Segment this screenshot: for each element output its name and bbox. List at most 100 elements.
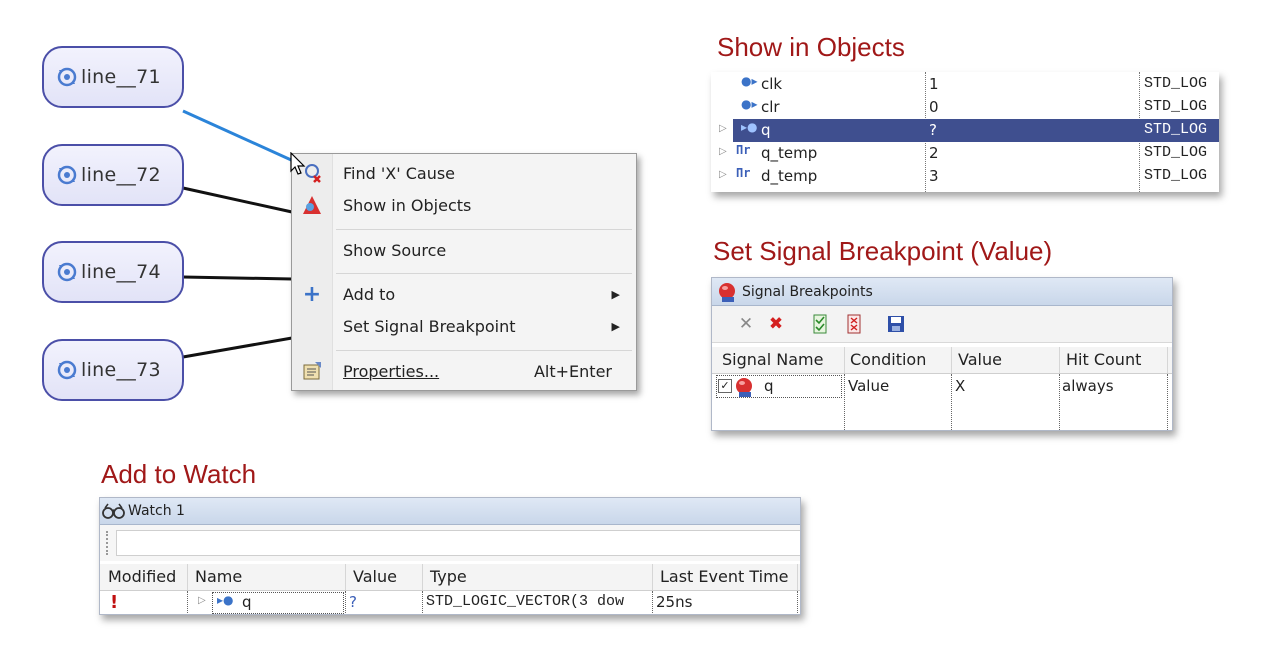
watch-row[interactable]: ! ▷ ▸● q ? STD_LOGIC_VECTOR(3 dow 25ns	[100, 591, 800, 614]
menu-item-label: Find 'X' Cause	[343, 163, 456, 183]
expand-arrow-icon[interactable]: ▷	[198, 595, 206, 606]
objects-panel: ●▸ clk 1 STD_LOG ●▸ clr 0 STD_LOG ▷ ▸● q…	[711, 72, 1219, 192]
objects-row[interactable]: ▷ Пr q_temp 2 STD_LOG	[711, 142, 1219, 165]
column-header[interactable]: Signal Name	[722, 350, 823, 369]
focus-outline	[716, 375, 842, 398]
toolbar-grip	[106, 531, 108, 555]
breakpoint-value: X	[955, 377, 966, 395]
objects-row[interactable]: ▷ Пr d_temp 3 STD_LOG	[711, 165, 1219, 188]
column-divider[interactable]	[652, 564, 653, 590]
object-name: clk	[761, 75, 783, 93]
column-header[interactable]: Last Event Time	[660, 567, 789, 586]
process-node-icon	[57, 262, 77, 282]
heading-show-in-objects: Show in Objects	[717, 32, 905, 62]
watch-table-header: Modified Name Value Type Last Event Time	[100, 564, 800, 591]
watch-name: q	[242, 593, 252, 611]
column-divider	[652, 591, 653, 614]
watch-filter-bar	[100, 525, 800, 561]
object-value: 3	[929, 167, 939, 185]
enable-all-icon[interactable]	[810, 314, 830, 334]
edge-line73[interactable]	[182, 336, 293, 359]
disable-all-icon[interactable]	[844, 314, 864, 334]
output-port-icon: ▸●	[741, 120, 758, 134]
object-type: STD_LOG	[1144, 121, 1208, 138]
column-divider	[187, 591, 188, 614]
submenu-arrow-icon: ▶	[611, 287, 620, 301]
object-name: clr	[761, 98, 780, 116]
column-divider	[422, 591, 423, 614]
column-divider[interactable]	[951, 347, 952, 373]
modified-indicator-icon: !	[110, 592, 119, 613]
breakpoints-toolbar: ✕ ✖	[712, 306, 1172, 343]
objects-row-selected[interactable]: ▷ ▸● q ? STD_LOG	[711, 119, 1219, 142]
node-label: line__73	[81, 359, 161, 381]
output-port-icon: ▸●	[217, 593, 234, 607]
save-icon[interactable]	[886, 314, 906, 334]
column-header[interactable]: Name	[195, 567, 242, 586]
watch-panel: Watch 1 Modified Name Value Type Last Ev…	[99, 497, 801, 615]
heading-add-to-watch: Add to Watch	[101, 459, 257, 489]
edge-line72[interactable]	[182, 186, 293, 214]
menu-separator	[336, 229, 632, 230]
objects-row[interactable]: ●▸ clk 1 STD_LOG	[711, 73, 1219, 96]
object-name: q_temp	[761, 144, 818, 162]
menu-item-show-in-objects[interactable]: Show in Objects	[292, 191, 636, 219]
column-divider[interactable]	[1059, 347, 1060, 373]
node-line72[interactable]: line__72	[42, 144, 184, 206]
column-divider[interactable]	[797, 564, 798, 590]
menu-item-show-source[interactable]: Show Source	[292, 236, 636, 264]
menu-item-find-x-cause[interactable]: Find 'X' Cause	[292, 159, 636, 187]
menu-item-label: Set Signal Breakpoint	[343, 316, 516, 336]
breakpoint-row[interactable]: ✓ q Value X always	[712, 375, 1172, 399]
glasses-icon	[102, 503, 125, 519]
object-type: STD_LOG	[1144, 75, 1208, 92]
column-divider[interactable]	[187, 564, 188, 590]
edge-line71[interactable]	[182, 109, 301, 166]
expand-arrow-icon[interactable]: ▷	[719, 123, 727, 134]
node-label: line__71	[81, 66, 161, 88]
heading-set-signal-breakpoint: Set Signal Breakpoint (Value)	[713, 236, 1053, 266]
column-divider[interactable]	[422, 564, 423, 590]
expand-arrow-icon[interactable]: ▷	[719, 169, 727, 180]
column-divider[interactable]	[345, 564, 346, 590]
expand-arrow-icon[interactable]: ▷	[719, 146, 727, 157]
watch-filter-input[interactable]	[116, 530, 800, 556]
signal-wave-icon: Пr	[736, 143, 751, 157]
menu-separator	[336, 273, 632, 274]
node-label: line__74	[81, 261, 161, 283]
column-divider[interactable]	[844, 347, 845, 373]
column-header[interactable]: Condition	[850, 350, 926, 369]
node-line71[interactable]: line__71	[42, 46, 184, 108]
objects-row[interactable]: ●▸ clr 0 STD_LOG	[711, 96, 1219, 119]
panel-title: Watch 1	[128, 503, 185, 519]
column-header[interactable]: Modified	[108, 567, 176, 586]
menu-item-properties[interactable]: Properties... Alt+Enter	[292, 357, 636, 385]
breakpoint-icon	[719, 282, 735, 302]
object-value: 1	[929, 75, 939, 93]
mouse-pointer-icon	[290, 152, 306, 175]
object-type: STD_LOG	[1144, 144, 1208, 161]
panel-title-bar: Signal Breakpoints	[712, 278, 1172, 306]
signal-breakpoints-panel: Signal Breakpoints ✕ ✖ Signal Name Condi…	[711, 277, 1173, 431]
object-value: ?	[929, 121, 937, 139]
column-divider	[345, 591, 346, 614]
column-header[interactable]: Type	[430, 567, 467, 586]
menu-shortcut: Alt+Enter	[533, 361, 612, 381]
menu-item-add-to[interactable]: + Add to ▶	[292, 280, 636, 308]
edge-line74[interactable]	[182, 275, 293, 281]
remove-all-icon[interactable]: ✖	[766, 314, 786, 334]
remove-icon[interactable]: ✕	[736, 314, 756, 334]
menu-item-label: Show Source	[343, 240, 447, 260]
column-header[interactable]: Value	[958, 350, 1002, 369]
breakpoints-table-header: Signal Name Condition Value Hit Count	[712, 347, 1172, 374]
column-header[interactable]: Value	[353, 567, 397, 586]
column-header[interactable]: Hit Count	[1066, 350, 1141, 369]
input-port-icon: ●▸	[741, 97, 758, 111]
node-label: line__72	[81, 164, 161, 186]
menu-item-label: Properties...	[343, 361, 440, 381]
properties-icon	[300, 359, 324, 383]
menu-item-set-signal-breakpoint[interactable]: Set Signal Breakpoint ▶	[292, 312, 636, 340]
node-line74[interactable]: line__74	[42, 241, 184, 303]
column-divider[interactable]	[1167, 347, 1168, 373]
node-line73[interactable]: line__73	[42, 339, 184, 401]
